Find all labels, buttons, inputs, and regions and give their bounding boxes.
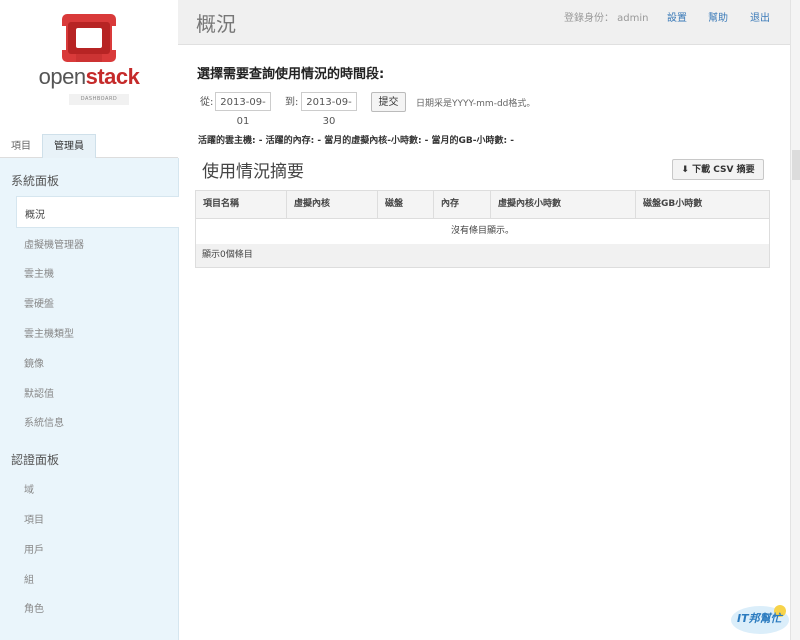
table-footer: 顯示0個條目: [196, 244, 769, 267]
usage-stats: 活躍的雲主機: - 活躍的內存: - 當月的虛擬內核-小時數: - 當月的GB-…: [198, 136, 514, 146]
logo-subtitle: DASHBOARD: [69, 94, 129, 105]
from-date-input[interactable]: 2013-09-01: [215, 92, 271, 127]
col-vcpus[interactable]: 虛擬內核: [286, 191, 377, 218]
tab-admin[interactable]: 管理員: [42, 134, 96, 158]
sidebar-item-domains[interactable]: 域: [24, 481, 34, 496]
tab-project[interactable]: 項目: [11, 137, 31, 157]
empty-table-message: 沒有條目顯示。: [196, 218, 769, 245]
sidebar-item-roles[interactable]: 角色: [24, 600, 44, 615]
openstack-cube-icon: [58, 14, 120, 62]
sidebar-item-images[interactable]: 鏡像: [24, 355, 44, 370]
help-link[interactable]: 幫助: [708, 9, 728, 24]
to-label: 到:: [285, 97, 299, 108]
table-header: 項目名稱 虛擬內核 磁盤 內存 虛擬內核小時數 磁盤GB小時數: [196, 191, 769, 219]
sidebar-item-users[interactable]: 用戶: [24, 541, 44, 556]
usage-table: 項目名稱 虛擬內核 磁盤 內存 虛擬內核小時數 磁盤GB小時數 沒有條目顯示。 …: [195, 190, 770, 268]
to-date-input[interactable]: 2013-09-30: [301, 92, 357, 127]
col-project-name[interactable]: 項目名稱: [196, 191, 286, 218]
col-memory[interactable]: 內存: [433, 191, 490, 218]
sidebar-item-overview[interactable]: 概況: [16, 196, 179, 228]
settings-link[interactable]: 設置: [667, 9, 687, 24]
col-vcpu-hours[interactable]: 虛擬內核小時數: [490, 191, 635, 218]
page-scrollbar[interactable]: [790, 0, 800, 640]
login-status: 登錄身份： admin: [564, 13, 649, 24]
download-icon: ⬇: [681, 165, 689, 175]
sidebar-item-volumes[interactable]: 雲硬盤: [24, 295, 54, 310]
sidebar: openstack DASHBOARD 項目 管理員 系統面板 概況 虛擬機管理…: [0, 0, 179, 640]
sidebar-item-label: 概況: [25, 210, 45, 221]
sidebar-item-groups[interactable]: 組: [24, 571, 34, 586]
csv-button-label: 下載 CSV 摘要: [692, 165, 755, 175]
sidebar-item-system-info[interactable]: 系統信息: [24, 414, 64, 429]
from-label: 從:: [200, 97, 214, 108]
watermark-text: IT邦幫忙: [737, 612, 782, 625]
sidebar-item-projects[interactable]: 項目: [24, 511, 44, 526]
sidebar-item-instances[interactable]: 雲主機: [24, 265, 54, 280]
summary-title: 使用情況摘要: [202, 162, 304, 182]
auth-panel-heading: 認證面板: [11, 453, 60, 467]
period-heading: 選擇需要查詢使用情況的時間段:: [197, 67, 385, 82]
system-panel-heading: 系統面板: [11, 174, 60, 188]
sidebar-item-hypervisors[interactable]: 虛擬機管理器: [24, 236, 84, 251]
scrollbar-thumb[interactable]: [792, 150, 800, 180]
main-content: 選擇需要查詢使用情況的時間段: 從: 2013-09-01 到: 2013-09…: [178, 45, 790, 640]
sidebar-item-defaults[interactable]: 默認值: [24, 385, 54, 400]
date-format-hint: 日期采是YYYY-mm-dd格式。: [416, 99, 536, 109]
sidebar-item-flavors[interactable]: 雲主機類型: [24, 325, 74, 340]
col-disk[interactable]: 磁盤: [377, 191, 433, 218]
page-title: 概況: [196, 12, 236, 36]
dashboard-tabs: 項目 管理員: [0, 133, 178, 158]
page-header: 概況 登錄身份： admin 設置 幫助 退出: [178, 0, 790, 45]
col-disk-gb-hours[interactable]: 磁盤GB小時數: [635, 191, 769, 218]
logo-wordmark: openstack: [38, 64, 140, 89]
download-csv-button[interactable]: ⬇ 下載 CSV 摘要: [672, 159, 764, 180]
logout-link[interactable]: 退出: [750, 9, 770, 24]
openstack-logo[interactable]: openstack DASHBOARD: [0, 0, 178, 135]
submit-button[interactable]: 提交: [371, 92, 406, 112]
